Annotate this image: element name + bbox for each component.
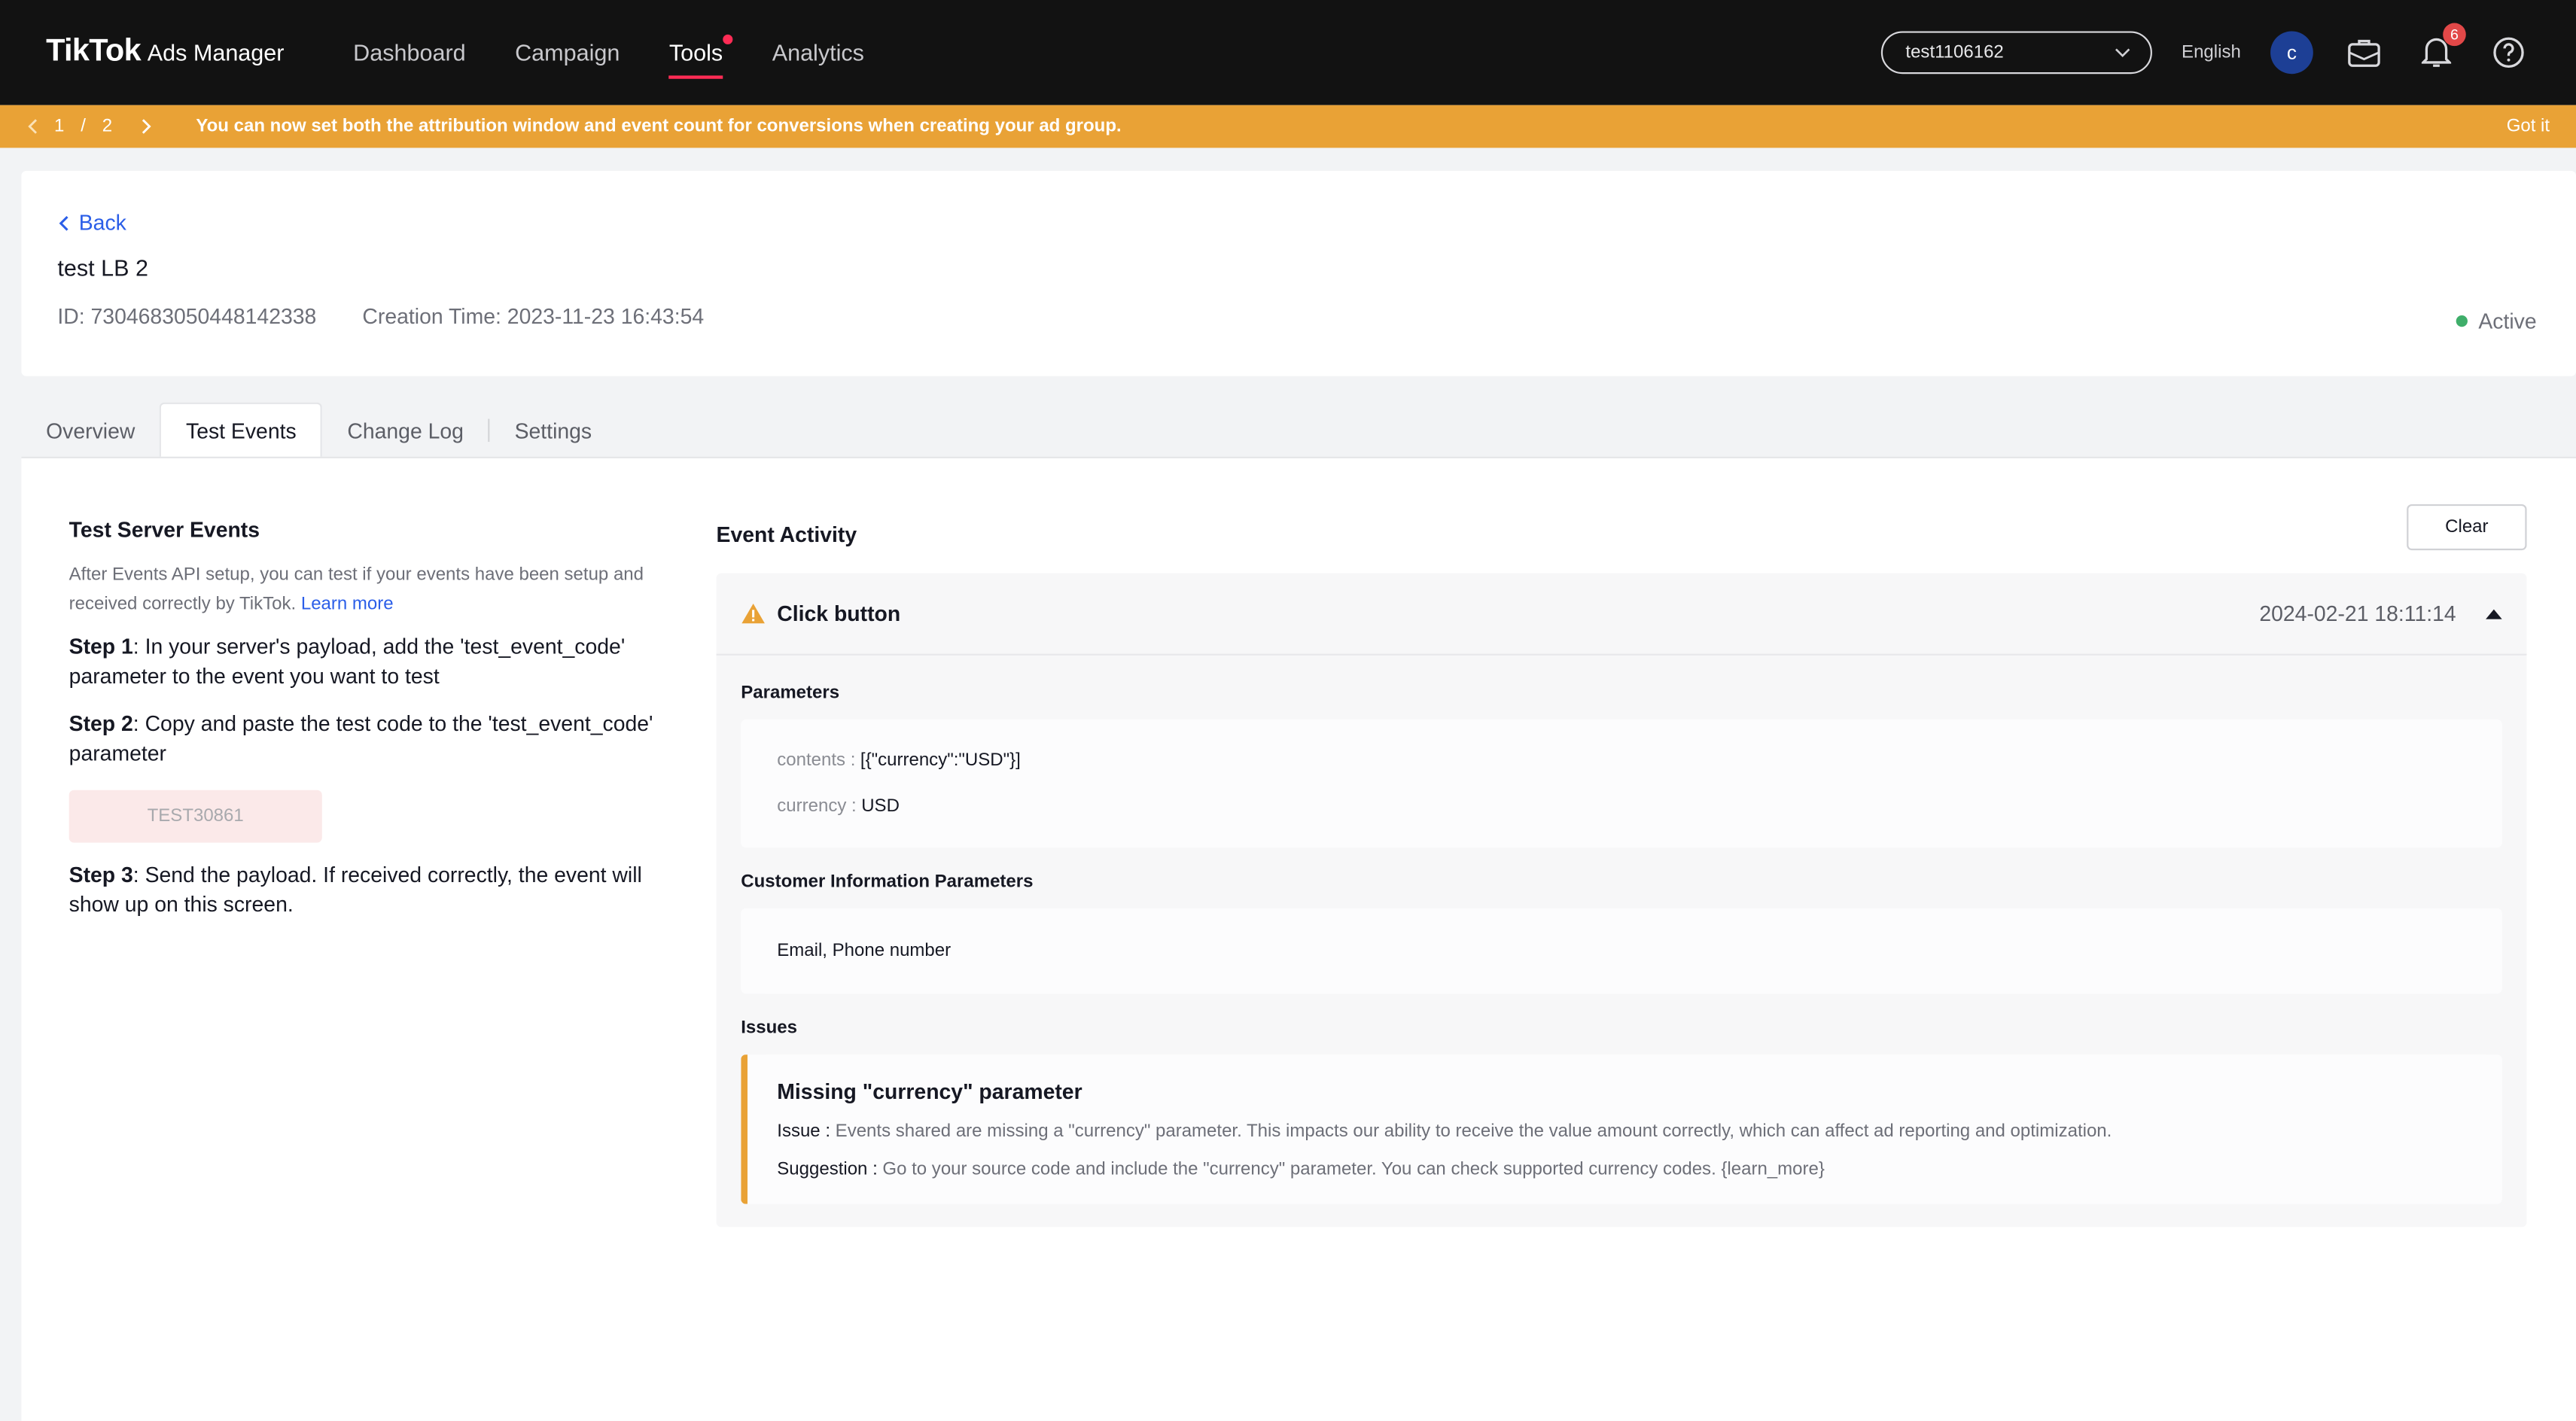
- tab-overview[interactable]: Overview: [21, 403, 160, 458]
- step-1-text: : In your server's payload, add the 'tes…: [69, 634, 626, 689]
- avatar[interactable]: c: [2270, 31, 2313, 75]
- top-nav: TikTok Ads Manager Dashboard Campaign To…: [0, 0, 2576, 105]
- tab-settings[interactable]: Settings: [490, 403, 617, 458]
- event-time: 2024-02-21 18:11:14: [2259, 601, 2456, 626]
- tab-change-log[interactable]: Change Log: [323, 403, 489, 458]
- step-2: Step 2: Copy and paste the test code to …: [69, 710, 677, 769]
- customer-info-title: Customer Information Parameters: [741, 872, 1034, 893]
- chevron-left-icon[interactable]: [26, 118, 38, 135]
- issue-text: Events shared are missing a "currency" p…: [835, 1121, 2112, 1142]
- learn-more-link[interactable]: Learn more: [301, 595, 394, 614]
- banner-pager: 1 / 2: [26, 117, 154, 136]
- test-events-panel: Test Server Events After Events API setu…: [21, 456, 2576, 1421]
- account-select[interactable]: test1106162: [1880, 31, 2152, 75]
- issue-label: Issue :: [777, 1121, 830, 1142]
- event-activity-section: Event Activity Clear Click button 2024-0…: [716, 504, 2527, 1228]
- event-card: Click button 2024-02-21 18:11:14 Paramet…: [716, 573, 2527, 1228]
- nav-tools[interactable]: Tools: [668, 29, 733, 79]
- test-server-events-section: Test Server Events After Events API setu…: [69, 517, 677, 920]
- notification-badge: 6: [2443, 23, 2466, 47]
- nav-right: test1106162 English c 6: [1880, 23, 2530, 75]
- nav-campaign[interactable]: Campaign: [515, 29, 620, 75]
- test-code-box[interactable]: TEST30861: [69, 790, 322, 843]
- event-card-body: Parameters contents : [{"currency":"USD"…: [717, 656, 2527, 1227]
- step-1-label: Step 1: [69, 634, 133, 659]
- nav-dashboard[interactable]: Dashboard: [353, 29, 465, 75]
- chevron-down-icon: [2115, 48, 2130, 58]
- help-button[interactable]: [2487, 31, 2530, 74]
- brand-logo[interactable]: TikTok Ads Manager: [46, 35, 284, 71]
- event-card-header[interactable]: Click button 2024-02-21 18:11:14: [716, 574, 2527, 656]
- customer-info-value: Email, Phone number: [777, 941, 952, 961]
- issue-description: Issue : Events shared are missing a "cur…: [777, 1122, 2472, 1142]
- pixel-header-card: Back test LB 2 ID: 7304683050448142338 C…: [21, 170, 2576, 376]
- brand-name: TikTok: [46, 34, 142, 69]
- notifications-button[interactable]: 6: [2415, 23, 2466, 74]
- suggestion-label: Suggestion :: [777, 1159, 878, 1179]
- section-title: Test Server Events: [69, 517, 260, 543]
- param-key: contents :: [777, 750, 856, 771]
- briefcase-icon: [2348, 39, 2380, 67]
- banner-message: You can now set both the attribution win…: [196, 116, 1122, 137]
- parameters-title: Parameters: [741, 683, 840, 704]
- nav-analytics[interactable]: Analytics: [772, 29, 864, 75]
- status-text: Active: [2478, 309, 2537, 334]
- account-select-value: test1106162: [1905, 42, 2004, 62]
- event-name: Click button: [777, 601, 901, 626]
- section-description: After Events API setup, you can test if …: [69, 560, 677, 619]
- language-switch[interactable]: English: [2182, 43, 2241, 62]
- step-3-label: Step 3: [69, 862, 133, 887]
- param-row: currency : USD: [777, 784, 2466, 829]
- back-label: Back: [78, 210, 126, 236]
- banner-dismiss-button[interactable]: Got it: [2507, 117, 2550, 136]
- status-dot-icon: [2455, 315, 2468, 327]
- issue-suggestion: Suggestion : Go to your source code and …: [777, 1160, 2472, 1179]
- clear-button[interactable]: Clear: [2407, 504, 2527, 551]
- caret-up-icon[interactable]: [2485, 608, 2502, 619]
- new-dot-indicator: [723, 34, 733, 44]
- pager-current: 1: [54, 116, 65, 137]
- pixel-meta: ID: 7304683050448142338 Creation Time: 2…: [57, 304, 2540, 329]
- event-activity-header: Event Activity Clear: [716, 504, 2527, 551]
- param-value: USD: [861, 796, 900, 817]
- back-link[interactable]: Back: [57, 210, 2540, 235]
- step-3: Step 3: Send the payload. If received co…: [69, 861, 677, 920]
- issue-card: Missing "currency" parameter Issue : Eve…: [741, 1054, 2502, 1204]
- step-3-text: : Send the payload. If received correctl…: [69, 862, 642, 917]
- tab-test-events[interactable]: Test Events: [160, 402, 323, 458]
- pixel-id: ID: 7304683050448142338: [57, 303, 317, 329]
- status-badge: Active: [2455, 309, 2537, 334]
- step-1: Step 1: In your server's payload, add th…: [69, 632, 677, 692]
- announcement-banner: 1 / 2 You can now set both the attributi…: [0, 105, 2576, 148]
- help-icon: [2493, 37, 2524, 68]
- issues-title: Issues: [741, 1018, 798, 1039]
- issue-title: Missing "currency" parameter: [777, 1079, 1082, 1104]
- event-activity-title: Event Activity: [716, 521, 857, 546]
- parameters-box: contents : [{"currency":"USD"}] currency…: [741, 719, 2502, 848]
- main-nav: Dashboard Campaign Tools Analytics: [353, 29, 864, 79]
- param-row: contents : [{"currency":"USD"}]: [777, 738, 2466, 784]
- tab-bar: Overview Test Events Change Log Settings: [21, 402, 617, 458]
- customer-info-box: Email, Phone number: [741, 908, 2502, 994]
- step-2-text: : Copy and paste the test code to the 't…: [69, 710, 653, 765]
- page-title: test LB 2: [57, 254, 148, 281]
- nav-tools-label: Tools: [668, 39, 723, 66]
- param-key: currency :: [777, 796, 857, 817]
- step-2-label: Step 2: [69, 710, 133, 736]
- chevron-right-icon[interactable]: [142, 118, 153, 135]
- briefcase-button[interactable]: [2343, 31, 2386, 74]
- creation-time: Creation Time: 2023-11-23 16:43:54: [362, 303, 705, 329]
- suggestion-text: Go to your source code and include the "…: [882, 1159, 1825, 1179]
- param-value: [{"currency":"USD"}]: [860, 750, 1021, 771]
- chevron-left-icon: [59, 215, 69, 230]
- pager-total: 2: [102, 116, 113, 137]
- pager-separator: /: [81, 116, 86, 137]
- warning-icon: [741, 604, 765, 624]
- app-root: TikTok Ads Manager Dashboard Campaign To…: [0, 0, 2576, 1421]
- brand-subtitle: Ads Manager: [147, 39, 285, 66]
- customer-info-row: Email, Phone number: [777, 928, 2466, 974]
